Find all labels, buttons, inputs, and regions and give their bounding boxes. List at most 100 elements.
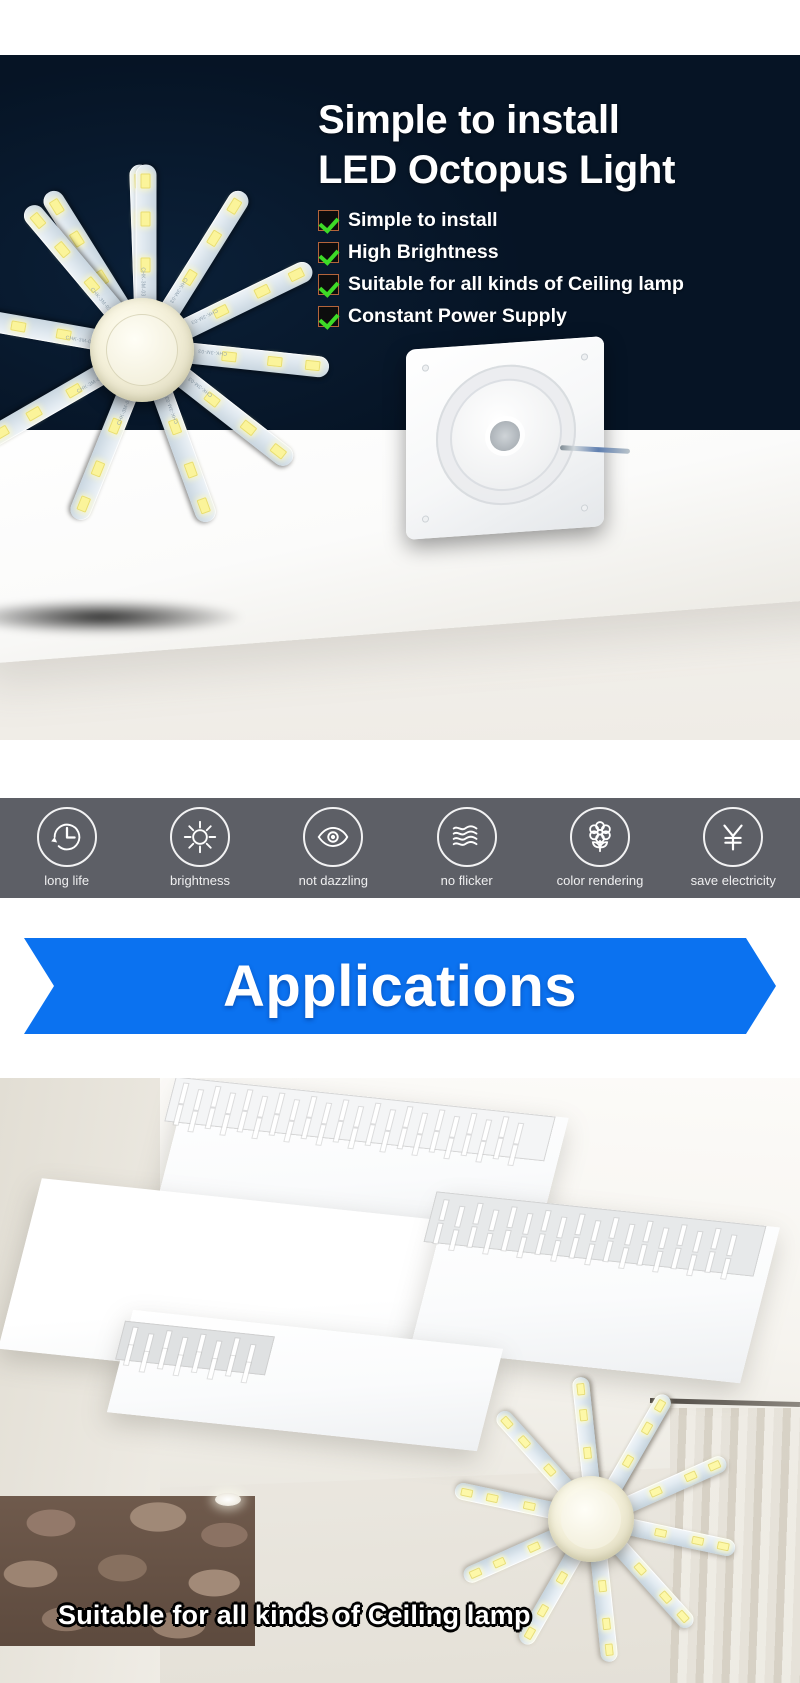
perforation-slot [173,1104,183,1125]
icon-circle [36,807,97,867]
hero-bullet-label: Suitable for all kinds of Ceiling lamp [348,273,684,296]
perforation-slot [609,1218,619,1238]
perforation-slot [386,1110,395,1131]
perforation-slot [467,1227,477,1248]
feature-label: no flicker [440,873,493,888]
perforation-slot [435,1110,445,1131]
module-shadow [0,600,242,634]
hero-bullet-item: Simple to install [318,209,788,232]
feature-label: color rendering [556,873,644,888]
perforation-slot [179,1083,189,1104]
perforation-slot [461,1135,471,1156]
perforation-slot [643,1221,653,1242]
feature-item-save-electricity: save electricity [667,798,800,898]
mount-hole [581,504,588,512]
perforation-slot [237,1111,247,1132]
hero-title-line-2: LED Octopus Light [318,147,676,192]
perforation-slot [455,1206,465,1227]
hero-bullet-item: High Brightness [318,241,788,264]
perforation-slot [523,1213,533,1234]
perforation-slot [397,1128,407,1149]
applications-banner-section: Applications [0,898,800,1078]
mount-hole [581,353,588,361]
perforation-slot [439,1200,449,1221]
perforation-slot [625,1224,635,1245]
hero-bullet-item: Suitable for all kinds of Ceiling lamp [318,273,788,296]
perforation-slot [433,1223,443,1244]
module-hub [90,298,194,402]
mount-hole [422,364,429,372]
perforation-slot [671,1248,681,1269]
sun-icon [183,820,217,854]
perforation-slot [301,1118,311,1139]
perforation-slot [637,1244,647,1265]
icon-circle [169,807,230,867]
checkbox-checked-icon [318,306,339,328]
perforation-slot [403,1107,413,1127]
icon-circle [303,807,364,867]
perforation-slot [211,1086,221,1107]
perforation-slot [226,1093,235,1114]
perforation-slot [333,1121,343,1142]
icon-circle [703,807,764,867]
perforation-slot [258,1096,267,1117]
checkbox-checked-icon [318,274,339,296]
perforation-slot [557,1217,567,1238]
hero-title-line-1: Simple to install [318,98,620,142]
checkbox-checked-icon [318,242,339,264]
checkbox-checked-icon [318,210,339,232]
application-caption: Suitable for all kinds of Ceiling lamp [58,1600,531,1630]
perforation-slot [290,1100,299,1121]
perforation-slot [365,1125,375,1146]
applications-banner: Applications [24,938,776,1034]
hero-bullet-item: Constant Power Supply [318,305,788,328]
perforation-slot [450,1116,459,1137]
perforation-slot [489,1210,499,1231]
perforation-slot [194,1090,203,1110]
feature-item-color-rendering: color rendering [533,798,666,898]
hero-bullet-list: Simple to install High Brightness Suitab… [318,209,788,328]
led-driver-module [406,336,604,540]
perforation-slot [467,1113,477,1134]
perforation-slot [243,1090,253,1111]
led-octopus-module-installed [430,1363,800,1683]
hero-section: CHK-3M-03 CHK-3M-03 CHK-3M-03 CHK-3M-03 CHK-… [0,0,800,740]
application-photo-section [0,1078,800,1683]
perforation-slot [569,1237,579,1258]
feature-label: brightness [170,873,230,888]
mount-hole [422,515,429,523]
perforation-slot [205,1108,215,1129]
perforation-slot [507,1207,517,1228]
feature-item-brightness: brightness [133,798,266,898]
perforation-slot [371,1103,381,1124]
perforation-slot [275,1093,285,1114]
clock-rotate-icon [50,823,80,851]
hero-bullet-label: High Brightness [348,241,499,264]
hero-bullet-label: Simple to install [348,209,498,232]
perforation-slot [307,1096,317,1117]
eye-icon [317,827,349,847]
hero-text-block: Simple to install LED Octopus Light Simp… [318,96,788,337]
feature-item-not-dazzling: not dazzling [267,798,400,898]
led-octopus-module: CHK-3M-03 CHK-3M-03 CHK-3M-03 CHK-3M-03 CHK-… [0,80,372,640]
perforation-slot [535,1234,545,1255]
perforation-slot [711,1228,721,1249]
icon-circle [436,807,497,867]
perforation-slot [493,1138,503,1159]
perforation-slot [418,1113,427,1134]
feature-item-no-flicker: no flicker [400,798,533,898]
perforation-slot [659,1228,669,1249]
icon-circle [569,807,630,867]
perforation-slot [499,1117,509,1138]
module-hub [548,1476,634,1562]
perforation-slot [429,1131,439,1152]
perforation-slot [603,1241,613,1262]
perforation-slot [727,1235,737,1256]
perforation-slot [705,1252,715,1273]
perforation-slot [339,1100,349,1121]
hero-bullet-label: Constant Power Supply [348,305,567,328]
feature-label: not dazzling [298,873,369,888]
perforation-slot [693,1231,703,1252]
recessed-downlight [215,1493,241,1506]
perforation-slot [591,1221,601,1242]
